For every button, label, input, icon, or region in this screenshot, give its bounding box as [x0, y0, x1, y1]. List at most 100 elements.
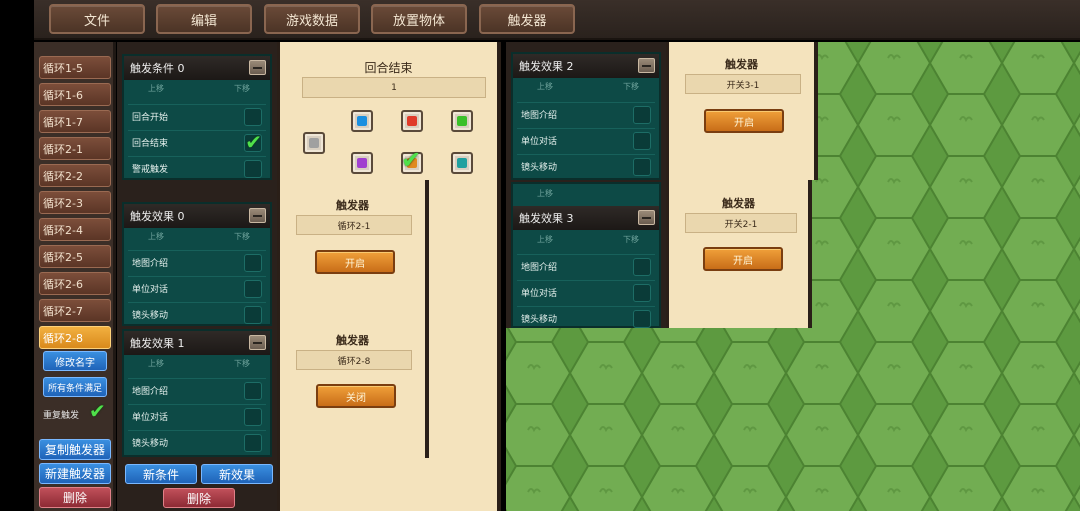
round-end-title: 回合结束: [364, 61, 413, 75]
trigger-item-loop-2-4[interactable]: 循环2-4: [39, 218, 111, 241]
trigger-item-loop-2-3[interactable]: 循环2-3: [39, 191, 111, 214]
trigger-item-loop-2-1[interactable]: 循环2-1: [39, 137, 111, 160]
move-down-link[interactable]: 下移: [234, 231, 250, 242]
menu-trigger-button[interactable]: 触发器: [479, 4, 575, 34]
row-label: 单位对话: [132, 413, 169, 423]
row-label: 镜头移动: [521, 315, 558, 325]
card-target-field[interactable]: 开关2-1: [685, 213, 797, 233]
disable-button[interactable]: 关闭: [316, 384, 396, 408]
effect-row-map-intro[interactable]: 地图介绍: [128, 378, 266, 402]
card-title: 触发器: [336, 199, 369, 212]
move-down-link[interactable]: 下移: [623, 234, 639, 245]
checkbox[interactable]: [633, 284, 651, 302]
trigger-item-loop-1-6[interactable]: 循环1-6: [39, 83, 111, 106]
enable-button[interactable]: 开启: [703, 247, 783, 271]
check-icon: ✔: [401, 146, 422, 174]
checkbox[interactable]: [633, 258, 651, 276]
checkbox[interactable]: [633, 106, 651, 124]
card-target-field[interactable]: 开关3-1: [685, 74, 801, 94]
purple-gem-icon[interactable]: [351, 152, 373, 174]
move-down-link[interactable]: 下移: [623, 81, 639, 92]
effect-row-unit-dialog[interactable]: 单位对话: [517, 280, 655, 304]
all-conditions-button[interactable]: 所有条件满足: [43, 377, 107, 397]
checkbox[interactable]: [244, 160, 262, 178]
collapse-icon[interactable]: [249, 60, 266, 75]
trigger-item-loop-2-6[interactable]: 循环2-6: [39, 272, 111, 295]
delete-button[interactable]: 删除: [163, 488, 235, 508]
move-up-link[interactable]: 上移: [148, 358, 164, 369]
card-target-field[interactable]: 循环2-8: [296, 350, 412, 370]
condition-row-round-end[interactable]: 回合结束 ✔: [128, 130, 266, 154]
checkbox[interactable]: [633, 310, 651, 328]
copy-trigger-button[interactable]: 复制触发器: [39, 439, 111, 460]
trigger-item-loop-2-7[interactable]: 循环2-7: [39, 299, 111, 322]
delete-trigger-button[interactable]: 删除: [39, 487, 111, 508]
effect-row-camera-move[interactable]: 镜头移动: [128, 302, 266, 326]
trigger-card-switch-2-1: 触发器 开关2-1 开启: [666, 180, 812, 328]
green-gem-icon[interactable]: [451, 110, 473, 132]
effect-row-map-intro[interactable]: 地图介绍: [517, 254, 655, 278]
menu-file-button[interactable]: 文件: [49, 4, 145, 34]
checkbox[interactable]: [244, 382, 262, 400]
check-icon: ✔: [245, 130, 262, 154]
trigger-item-loop-1-5[interactable]: 循环1-5: [39, 56, 111, 79]
effect-panel-1: 触发效果 1 上移 下移 地图介绍 单位对话 镜头移动: [122, 329, 272, 457]
row-label: 镜头移动: [132, 439, 169, 449]
trigger-item-loop-2-5[interactable]: 循环2-5: [39, 245, 111, 268]
rename-button[interactable]: 修改名字: [43, 351, 107, 371]
new-condition-button[interactable]: 新条件: [125, 464, 197, 484]
checkbox[interactable]: [244, 306, 262, 324]
menu-place-object-button[interactable]: 放置物体: [371, 4, 467, 34]
trigger-card-switch-3-1: 触发器 开关3-1 开启: [666, 42, 818, 180]
checkbox[interactable]: [633, 132, 651, 150]
move-up-link[interactable]: 上移: [148, 83, 164, 94]
round-number-field[interactable]: 1: [302, 77, 486, 98]
trigger-item-loop-2-8-selected[interactable]: 循环2-8: [39, 326, 111, 349]
menu-edit-button[interactable]: 编辑: [156, 4, 252, 34]
row-label: 地图介绍: [132, 387, 169, 397]
effect-row-camera-move[interactable]: 镜头移动: [128, 430, 266, 454]
move-up-link[interactable]: 上移: [537, 188, 553, 199]
move-up-link[interactable]: 上移: [148, 231, 164, 242]
checkbox[interactable]: [244, 108, 262, 126]
condition-row-round-start[interactable]: 回合开始: [128, 104, 266, 128]
effect-row-unit-dialog[interactable]: 单位对话: [128, 276, 266, 300]
enable-button[interactable]: 开启: [315, 250, 395, 274]
teal-gem-icon[interactable]: [451, 152, 473, 174]
checkbox[interactable]: [244, 434, 262, 452]
new-effect-button[interactable]: 新效果: [201, 464, 273, 484]
move-up-link[interactable]: 上移: [537, 234, 553, 245]
repeat-trigger-check-icon[interactable]: ✔: [89, 401, 106, 421]
collapse-icon[interactable]: [249, 208, 266, 223]
row-label: 警戒触发: [132, 165, 169, 175]
move-down-link[interactable]: 下移: [234, 83, 250, 94]
effect-row-map-intro[interactable]: 地图介绍: [128, 250, 266, 274]
new-trigger-button[interactable]: 新建触发器: [39, 463, 111, 484]
card-target-field[interactable]: 循环2-1: [296, 215, 412, 235]
gray-gem-icon[interactable]: [303, 132, 325, 154]
move-up-link[interactable]: 上移: [537, 81, 553, 92]
checkbox[interactable]: [633, 158, 651, 176]
trigger-item-loop-1-7[interactable]: 循环1-7: [39, 110, 111, 133]
effect-panel-title: 触发效果 0: [130, 210, 185, 223]
row-label: 回合结束: [132, 139, 169, 149]
trigger-item-loop-2-2[interactable]: 循环2-2: [39, 164, 111, 187]
move-down-link[interactable]: 下移: [234, 358, 250, 369]
collapse-icon[interactable]: [638, 210, 655, 225]
checkbox[interactable]: [244, 408, 262, 426]
checkbox[interactable]: [244, 280, 262, 298]
effect-row-camera-move[interactable]: 镜头移动: [517, 306, 655, 330]
collapse-icon[interactable]: [638, 58, 655, 73]
collapse-icon[interactable]: [249, 335, 266, 350]
effect-row-camera-move[interactable]: 镜头移动: [517, 154, 655, 178]
effect-row-unit-dialog[interactable]: 单位对话: [128, 404, 266, 428]
red-gem-icon[interactable]: [401, 110, 423, 132]
checkbox[interactable]: [244, 254, 262, 272]
enable-button[interactable]: 开启: [704, 109, 784, 133]
blue-gem-icon[interactable]: [351, 110, 373, 132]
effect-row-unit-dialog[interactable]: 单位对话: [517, 128, 655, 152]
menu-game-data-button[interactable]: 游戏数据: [264, 4, 360, 34]
row-label: 单位对话: [132, 285, 169, 295]
effect-row-map-intro[interactable]: 地图介绍: [517, 102, 655, 126]
condition-row-alert[interactable]: 警戒触发: [128, 156, 266, 180]
